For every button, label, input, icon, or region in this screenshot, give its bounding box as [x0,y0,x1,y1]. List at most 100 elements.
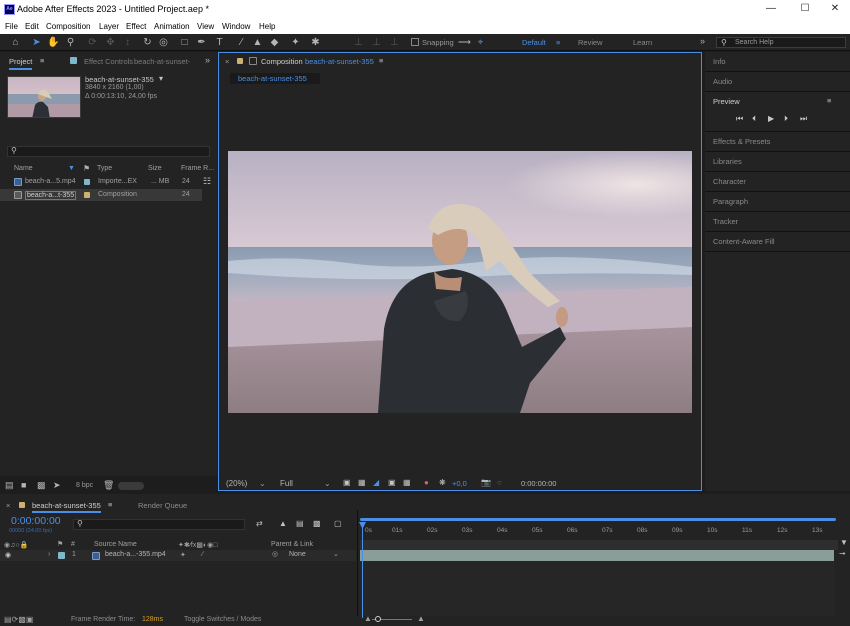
preview-dropdown-icon[interactable]: ▾ [159,74,163,83]
eraser-tool-icon[interactable]: ◆ [268,36,281,49]
mask-visibility-icon[interactable]: ◢ [373,478,379,487]
label-header-icon[interactable]: ⚑ [57,540,63,548]
world-axis-icon[interactable]: ⊥ [370,36,383,49]
layer-label-color[interactable] [58,552,65,559]
project-item-row[interactable]: beach-a...t-355 Composition 24 [0,189,202,201]
playhead-line[interactable] [362,522,363,618]
workspace-learn[interactable]: Learn [633,38,652,47]
menu-effect[interactable]: Effect [126,22,146,31]
project-item-label-color[interactable] [84,192,90,198]
libraries-panel-tab[interactable]: Libraries [713,157,742,166]
effects-presets-panel-tab[interactable]: Effects & Presets [713,137,770,146]
paragraph-panel-tab[interactable]: Paragraph [713,197,748,206]
av-features-header-icon[interactable]: ◉♫○🔒 [4,541,28,549]
snapshot-icon[interactable]: 📷 [481,478,491,487]
trash-icon[interactable]: 🗑 [103,480,114,491]
play-icon[interactable]: ▶ [768,114,774,123]
comp-subtab[interactable]: beach-at-sunset-355 [230,73,320,84]
selection-tool-icon[interactable]: ➤ [30,36,43,49]
layer-index-header-icon[interactable]: # [71,541,75,548]
dependency-icon[interactable]: ☷ [203,176,211,187]
transparency-grid-icon[interactable]: ▦ [358,478,366,487]
puppet-pin-tool-icon[interactable]: ✱ [309,36,322,49]
preview-panel-menu-icon[interactable]: ≡ [827,96,831,105]
source-name-column[interactable]: Source Name [94,541,137,548]
menu-view[interactable]: View [197,22,214,31]
rectangle-tool-icon[interactable]: □ [178,36,191,49]
workspace-review[interactable]: Review [578,38,603,47]
local-axis-icon[interactable]: ⊥ [352,36,365,49]
shy-layers-icon[interactable]: ▤ [296,519,304,528]
close-comp-tab-icon[interactable]: × [225,57,229,66]
tab-effect-controls-target[interactable]: beach-at-sunset- [134,57,190,66]
bit-depth-label[interactable]: 8 bpc [76,482,93,489]
parent-dropdown[interactable]: None [289,551,306,558]
hand-tool-icon[interactable]: ✋ [47,36,60,49]
work-area-bar[interactable] [360,518,836,521]
comp-panel-menu-icon[interactable]: ≡ [379,56,383,65]
new-folder-icon[interactable]: ■ [21,480,26,490]
pick-whip-icon[interactable]: ◎ [272,550,278,558]
zoom-tool-icon[interactable]: ⚲ [64,36,77,49]
close-icon[interactable]: ✕ [828,3,842,15]
draft-3d-icon[interactable]: ▲ [279,519,287,528]
frame-blending-icon[interactable]: ▩ [313,519,321,528]
tab-timeline-comp[interactable]: beach-at-sunset-355 [32,501,101,513]
minimize-icon[interactable]: — [764,3,778,15]
snap-features-icon[interactable]: ⌖ [474,36,487,49]
expand-layer-icon[interactable]: › [48,551,50,558]
last-frame-icon[interactable]: ⏭ [800,114,807,124]
project-search-input[interactable]: ⚲ [7,146,210,157]
comp-mini-flowchart-icon[interactable]: ⇄ [256,519,263,528]
lock-view-icon[interactable] [249,57,257,65]
menu-animation[interactable]: Animation [154,22,190,31]
snap-edges-icon[interactable]: ⟶ [458,36,471,49]
menu-edit[interactable]: Edit [25,22,39,31]
layer-row[interactable]: ◉ › 1 beach-a...-355.mp4 ✦ ∕ ◎ None ⌄ [0,550,356,561]
menu-composition[interactable]: Composition [46,22,90,31]
timeline-timecode[interactable]: 0:00:00:00 [11,515,61,527]
video-visibility-icon[interactable]: ◉ [5,551,11,559]
menu-file[interactable]: File [5,22,18,31]
column-type[interactable]: Type [97,165,112,172]
project-item-label-color[interactable] [84,179,90,185]
zoom-slider-handle[interactable] [375,616,381,622]
menu-layer[interactable]: Layer [99,22,119,31]
menu-window[interactable]: Window [222,22,250,31]
grid-guides-icon[interactable]: ▦ [403,478,411,487]
resolution-dropdown[interactable]: Full [280,479,293,488]
color-management-icon[interactable]: ❋ [439,478,446,487]
clone-stamp-tool-icon[interactable]: ▲ [251,36,264,49]
close-timeline-tab-icon[interactable]: × [6,501,10,510]
project-settings-icon[interactable]: ➤ [53,480,61,491]
project-item-row[interactable]: beach-a...5.mp4 Importe...EX ... MB 24 ☷ [0,176,217,188]
project-panel-menu-icon[interactable]: ≡ [40,56,44,65]
column-size[interactable]: Size [148,165,162,172]
tracker-panel-tab[interactable]: Tracker [713,217,738,226]
magnification-dropdown[interactable]: (20%) [226,479,247,488]
tab-render-queue[interactable]: Render Queue [138,501,187,510]
resolution-chevron-icon[interactable]: ⌄ [324,479,331,488]
home-icon[interactable]: ⌂ [9,36,22,49]
pen-tool-icon[interactable]: ✒ [195,36,208,49]
column-frame-rate[interactable]: Frame R... [181,165,214,172]
pan-camera-icon[interactable]: ✥ [104,36,117,49]
orbit-camera-icon[interactable]: ⟳ [86,36,99,49]
show-snapshot-icon[interactable]: ○ [497,478,502,487]
pan-behind-tool-icon[interactable]: ◎ [157,36,170,49]
comp-timecode[interactable]: 0:00:00:00 [521,479,556,488]
parent-dropdown-chevron-icon[interactable]: ⌄ [333,550,339,558]
parent-link-column[interactable]: Parent & Link [271,541,313,548]
timeline-menu-icon[interactable]: ≡ [108,500,112,509]
next-frame-icon[interactable]: ⏵ [784,114,788,124]
dolly-camera-icon[interactable]: ↕ [121,36,134,49]
comp-viewer[interactable] [219,87,701,475]
switches-header-icon[interactable]: ✦✱∕fx▩◐◉□ [178,541,218,549]
panel-overflow-icon[interactable]: » [205,55,210,65]
timeline-search-input[interactable]: ⚲ [73,519,245,530]
first-frame-icon[interactable]: ⏮ [736,114,743,124]
tab-composition[interactable]: Composition [261,57,303,66]
view-axis-icon[interactable]: ⊥ [388,36,401,49]
audio-panel-tab[interactable]: Audio [713,77,732,86]
info-panel-tab[interactable]: Info [713,57,726,66]
